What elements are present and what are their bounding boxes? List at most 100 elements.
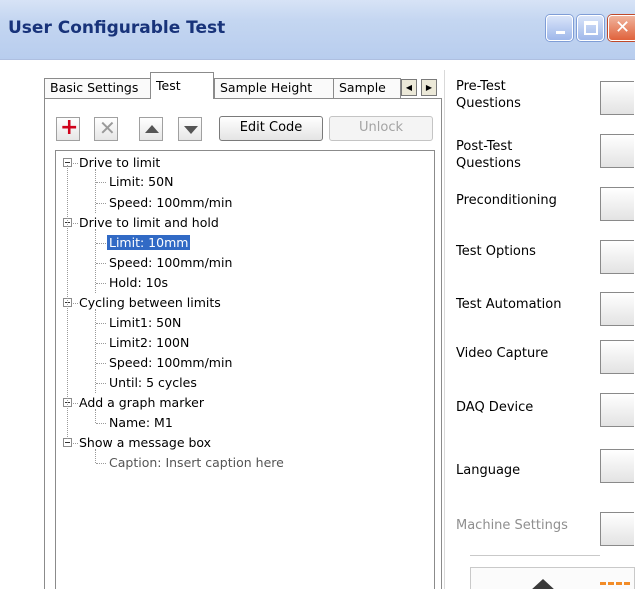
tree-item-label: Speed: 100mm/min bbox=[109, 195, 233, 210]
language-button[interactable] bbox=[600, 449, 634, 483]
window-title: User Configurable Test bbox=[8, 18, 226, 38]
separator bbox=[470, 555, 600, 556]
tree-connector bbox=[96, 283, 106, 284]
minimize-icon bbox=[556, 31, 565, 34]
tree-connector bbox=[96, 363, 106, 364]
tree-connector bbox=[96, 243, 106, 244]
tree-connector bbox=[96, 263, 106, 264]
arrow-right-icon: ▶ bbox=[425, 83, 433, 92]
pre-test-questions-label: Pre-Test Questions bbox=[456, 78, 521, 112]
video-capture-button[interactable] bbox=[600, 340, 634, 374]
daq-device-label: DAQ Device bbox=[456, 400, 534, 415]
pre-test-questions-button[interactable] bbox=[600, 81, 634, 115]
tree-item-caption[interactable]: Caption: Insert caption here bbox=[56, 454, 416, 472]
tab-basic-settings[interactable]: Basic Settings bbox=[44, 78, 151, 98]
tree-item-limit2[interactable]: Limit2: 100N bbox=[56, 334, 416, 352]
tree-item-name[interactable]: Name: M1 bbox=[56, 414, 416, 432]
tree-connector bbox=[73, 403, 78, 404]
tree-item-label: Limit1: 50N bbox=[109, 315, 182, 330]
test-options-label: Test Options bbox=[456, 244, 536, 259]
tree-item-label: Speed: 100mm/min bbox=[109, 355, 233, 370]
tree-connector bbox=[96, 463, 106, 464]
tree-connector bbox=[67, 165, 68, 439]
arrow-up-icon bbox=[530, 579, 556, 589]
tree-connector bbox=[73, 163, 78, 164]
title-bar[interactable]: User Configurable Test ✕ bbox=[0, 0, 635, 60]
tree-item-label: Hold: 10s bbox=[109, 275, 169, 290]
tree-item-label: Limit2: 100N bbox=[109, 335, 190, 350]
move-up-button[interactable] bbox=[139, 117, 163, 141]
tree-node-drive-to-limit[interactable]: Drive to limit bbox=[56, 154, 416, 172]
move-down-button[interactable] bbox=[178, 117, 202, 141]
edit-code-button[interactable]: Edit Code bbox=[219, 116, 323, 141]
tree-item-speed[interactable]: Speed: 100mm/min bbox=[56, 254, 416, 272]
tree-connector bbox=[73, 303, 78, 304]
tree-item-label: Limit: 10mm bbox=[107, 235, 191, 250]
tree-item-label: Caption: Insert caption here bbox=[109, 455, 284, 470]
tree-item-limit-selected[interactable]: Limit: 10mm bbox=[56, 234, 416, 252]
x-icon: ✕ bbox=[99, 116, 116, 140]
tree-item-label: Limit: 50N bbox=[109, 174, 174, 189]
post-test-questions-button[interactable] bbox=[600, 134, 634, 168]
add-step-button[interactable]: + bbox=[56, 115, 80, 141]
tab-scroll-right-button[interactable]: ▶ bbox=[421, 79, 437, 96]
tree-item-speed[interactable]: Speed: 100mm/min bbox=[56, 354, 416, 372]
tree-node-label: Show a message box bbox=[79, 435, 212, 450]
tab-test[interactable]: Test bbox=[150, 72, 214, 99]
language-label: Language bbox=[456, 463, 521, 478]
plus-icon: + bbox=[60, 115, 79, 140]
tree-item-limit1[interactable]: Limit1: 50N bbox=[56, 314, 416, 332]
label-line: Questions bbox=[456, 96, 521, 111]
tree-connector bbox=[96, 203, 106, 204]
tree-connector bbox=[96, 182, 106, 183]
tree-node-label: Drive to limit and hold bbox=[79, 215, 219, 230]
move-up-icon bbox=[145, 125, 159, 133]
divider bbox=[444, 70, 445, 589]
label-line: Questions bbox=[456, 156, 521, 171]
move-down-icon bbox=[184, 126, 198, 134]
tree-node-drive-to-limit-and-hold[interactable]: Drive to limit and hold bbox=[56, 214, 416, 232]
test-steps-tree[interactable]: Drive to limit Limit: 50N Speed: 100mm/m… bbox=[55, 150, 435, 589]
tab-scroll-left-button[interactable]: ◀ bbox=[401, 79, 417, 96]
decorative-accent bbox=[600, 582, 630, 588]
tree-connector bbox=[96, 323, 106, 324]
tab-strip: Basic Settings Test Sample Height Sample… bbox=[44, 72, 444, 99]
tree-connector bbox=[73, 443, 78, 444]
maximize-button[interactable] bbox=[577, 15, 604, 41]
machine-settings-button[interactable] bbox=[600, 512, 634, 546]
tree-item-label: Speed: 100mm/min bbox=[109, 255, 233, 270]
delete-step-button[interactable]: ✕ bbox=[94, 116, 118, 141]
collapse-icon[interactable] bbox=[63, 438, 72, 447]
tree-item-label: Until: 5 cycles bbox=[109, 375, 197, 390]
tree-node-show-a-message-box[interactable]: Show a message box bbox=[56, 434, 416, 452]
machine-settings-label: Machine Settings bbox=[456, 518, 568, 533]
tree-node-label: Drive to limit bbox=[79, 155, 161, 170]
tree-item-speed[interactable]: Speed: 100mm/min bbox=[56, 194, 416, 212]
video-capture-label: Video Capture bbox=[456, 346, 549, 361]
tab-sample-height[interactable]: Sample Height bbox=[214, 78, 334, 98]
maximize-icon bbox=[584, 21, 598, 35]
preconditioning-label: Preconditioning bbox=[456, 193, 557, 208]
test-options-button[interactable] bbox=[600, 240, 634, 274]
tree-node-label: Add a graph marker bbox=[79, 395, 204, 410]
tree-item-limit[interactable]: Limit: 50N bbox=[56, 173, 416, 191]
post-test-questions-label: Post-Test Questions bbox=[456, 138, 521, 172]
tree-node-label: Cycling between limits bbox=[79, 295, 221, 310]
minimize-button[interactable] bbox=[546, 15, 573, 41]
label-line: Pre-Test bbox=[456, 79, 506, 94]
tree-connector bbox=[96, 343, 106, 344]
tree-item-until[interactable]: Until: 5 cycles bbox=[56, 374, 416, 392]
test-automation-button[interactable] bbox=[600, 292, 634, 326]
close-button[interactable]: ✕ bbox=[608, 15, 635, 41]
tree-node-add-a-graph-marker[interactable]: Add a graph marker bbox=[56, 394, 416, 412]
tree-item-label: Name: M1 bbox=[109, 415, 173, 430]
unlock-button[interactable]: Unlock bbox=[329, 116, 433, 141]
tab-sample[interactable]: Sample bbox=[333, 78, 401, 98]
preconditioning-button[interactable] bbox=[600, 187, 634, 221]
arrow-left-icon: ◀ bbox=[405, 83, 413, 92]
tree-node-cycling-between-limits[interactable]: Cycling between limits bbox=[56, 294, 416, 312]
daq-device-button[interactable] bbox=[600, 393, 634, 427]
tree-connector bbox=[96, 423, 106, 424]
tree-item-hold[interactable]: Hold: 10s bbox=[56, 274, 416, 292]
test-automation-label: Test Automation bbox=[456, 297, 562, 312]
